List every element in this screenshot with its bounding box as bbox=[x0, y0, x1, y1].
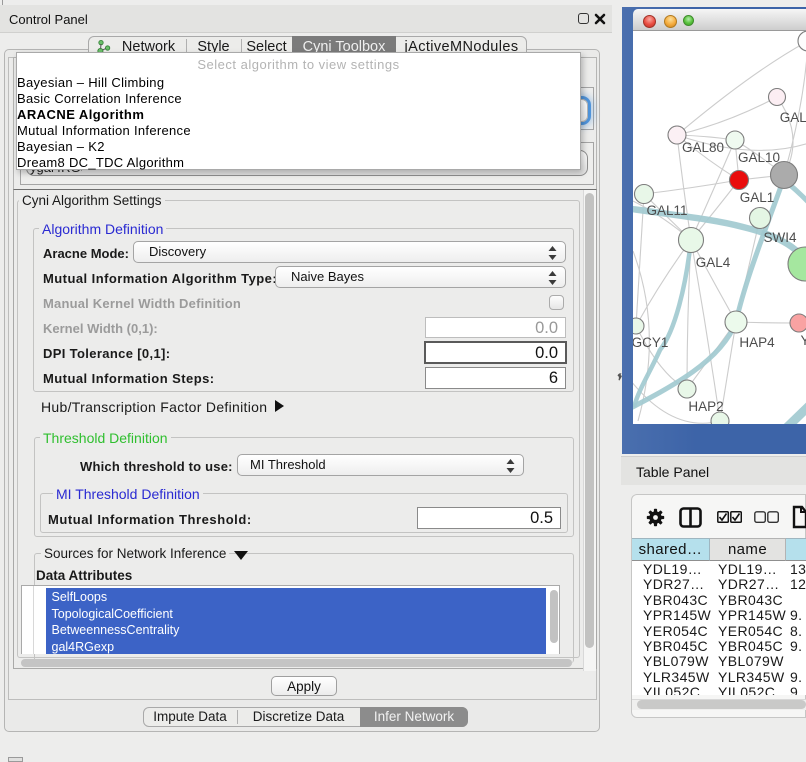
svg-text:GAL7: GAL7 bbox=[780, 110, 806, 125]
svg-text:Y: Y bbox=[800, 333, 806, 348]
svg-text:GCY1: GCY1 bbox=[633, 335, 668, 350]
svg-text:HAP2: HAP2 bbox=[688, 399, 723, 414]
svg-text:GAL10: GAL10 bbox=[738, 150, 780, 165]
svg-text:GAL1: GAL1 bbox=[740, 190, 775, 205]
svg-text:GAL80: GAL80 bbox=[682, 140, 724, 155]
svg-text:SWI4: SWI4 bbox=[763, 230, 796, 245]
svg-text:HAP4: HAP4 bbox=[739, 335, 775, 350]
svg-text:GAL11: GAL11 bbox=[646, 203, 687, 218]
svg-text:GAL4: GAL4 bbox=[696, 255, 731, 270]
